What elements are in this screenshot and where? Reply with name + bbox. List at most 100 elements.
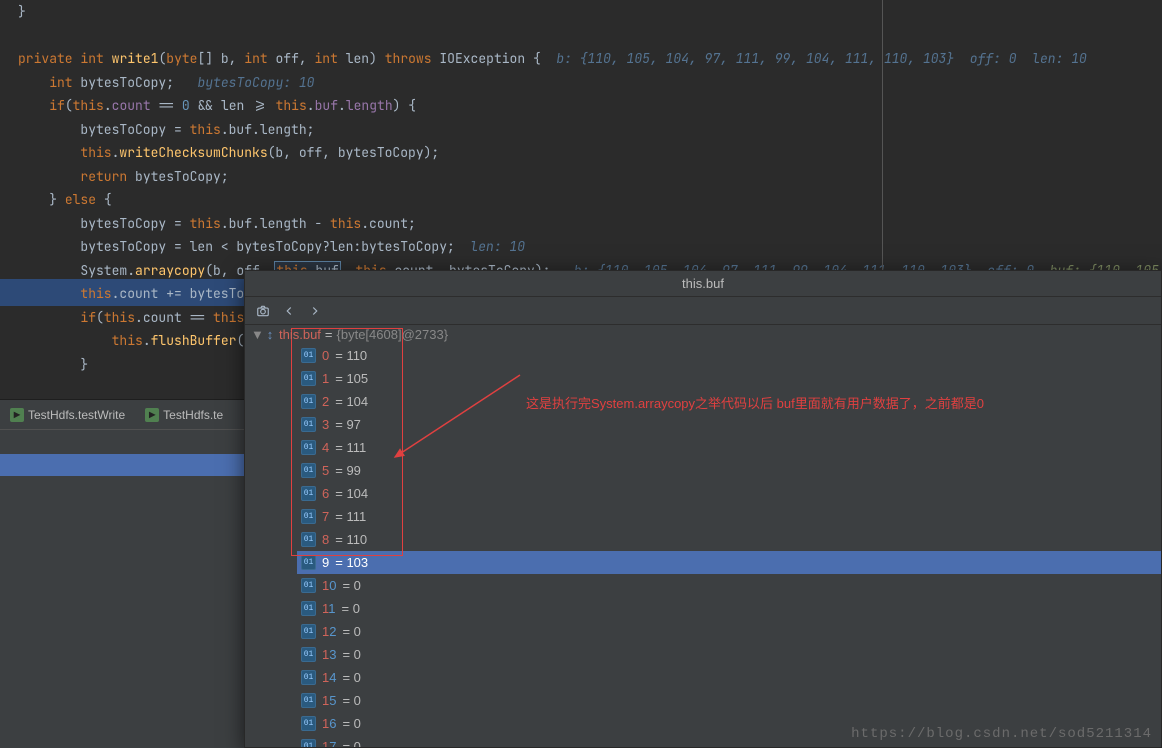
- array-item-row[interactable]: 01 3 = 97: [297, 413, 1161, 436]
- tool-window-body[interactable]: [0, 429, 244, 748]
- array-index: 12: [322, 624, 336, 639]
- primitive-icon: 01: [301, 440, 316, 455]
- test-icon: ▶: [145, 408, 159, 422]
- tool-window-selection: [0, 454, 244, 476]
- array-item-row[interactable]: 01 7 = 111: [297, 505, 1161, 528]
- primitive-icon: 01: [301, 417, 316, 432]
- watermark-text: https://blog.csdn.net/sod5211314: [851, 726, 1152, 742]
- primitive-icon: 01: [301, 348, 316, 363]
- primitive-icon: 01: [301, 394, 316, 409]
- primitive-icon: 01: [301, 532, 316, 547]
- array-value: = 103: [335, 555, 368, 570]
- primitive-icon: 01: [301, 486, 316, 501]
- primitive-icon: 01: [301, 647, 316, 662]
- array-item-row[interactable]: 01 10 = 0: [297, 574, 1161, 597]
- array-value: = 97: [335, 417, 361, 432]
- test-icon: ▶: [10, 408, 24, 422]
- array-index: 5: [322, 463, 329, 478]
- code-line: bytesToCopy = this.buf.length - this.cou…: [0, 212, 1162, 236]
- code-line: bytesToCopy = len < bytesToCopy?len:byte…: [0, 235, 1162, 259]
- array-items-list[interactable]: 010 = 110011 = 105012 = 104013 = 97014 =…: [245, 344, 1161, 747]
- array-item-row[interactable]: 01 0 = 110: [297, 344, 1161, 367]
- array-index: 14: [322, 670, 336, 685]
- run-tab[interactable]: ▶ TestHdfs.testWrite: [4, 404, 131, 426]
- array-index: 15: [322, 693, 336, 708]
- array-index: 10: [322, 578, 336, 593]
- run-tab[interactable]: ▶ TestHdfs.te: [139, 404, 229, 426]
- array-item-row[interactable]: 01 13 = 0: [297, 643, 1161, 666]
- array-value: = 0: [342, 693, 360, 708]
- tree-root-row[interactable]: ▼ ↕ this.buf = {byte[4608]@2733}: [245, 325, 1161, 344]
- code-line: if(this.count == 0 && len >= this.buf.le…: [0, 94, 1162, 118]
- array-value: = 105: [335, 371, 368, 386]
- array-index: 7: [322, 509, 329, 524]
- array-item-row[interactable]: 01 6 = 104: [297, 482, 1161, 505]
- array-index: 0: [322, 348, 329, 363]
- array-value: = 0: [342, 739, 360, 747]
- run-tabs-strip[interactable]: ▶ TestHdfs.testWrite ▶ TestHdfs.te: [0, 399, 244, 429]
- array-index: 11: [322, 601, 336, 616]
- array-item-row[interactable]: 01 11 = 0: [297, 597, 1161, 620]
- array-index: 4: [322, 440, 329, 455]
- code-line: this.writeChecksumChunks(b, off, bytesTo…: [0, 141, 1162, 165]
- array-item-row[interactable]: 01 8 = 110: [297, 528, 1161, 551]
- array-value: = 110: [335, 348, 367, 363]
- array-item-row[interactable]: 01 12 = 0: [297, 620, 1161, 643]
- tab-label: TestHdfs.te: [163, 408, 223, 422]
- back-icon[interactable]: [279, 301, 299, 321]
- code-line: }: [0, 0, 1162, 24]
- array-value: = 0: [342, 716, 360, 731]
- primitive-icon: 01: [301, 555, 316, 570]
- root-value: {byte[4608]@2733}: [337, 327, 449, 342]
- array-index: 9: [322, 555, 329, 570]
- root-name: this.buf: [279, 327, 321, 342]
- array-item-row[interactable]: 01 4 = 111: [297, 436, 1161, 459]
- array-item-row[interactable]: 01 9 = 103: [297, 551, 1161, 574]
- primitive-icon: 01: [301, 670, 316, 685]
- array-item-row[interactable]: 01 15 = 0: [297, 689, 1161, 712]
- popup-body[interactable]: 这是执行完System.arraycopy之举代码以后 buf里面就有用户数据了…: [245, 325, 1161, 747]
- code-line: return bytesToCopy;: [0, 165, 1162, 189]
- evaluate-popup[interactable]: this.buf 这是执行完System.arraycopy之举代码以后 buf…: [244, 270, 1162, 748]
- code-line: bytesToCopy = this.buf.length;: [0, 118, 1162, 142]
- popup-toolbar: [245, 297, 1161, 325]
- primitive-icon: 01: [301, 739, 316, 747]
- array-item-row[interactable]: 01 1 = 105: [297, 367, 1161, 390]
- array-value: = 0: [342, 601, 360, 616]
- primitive-icon: 01: [301, 716, 316, 731]
- array-value: = 104: [335, 394, 368, 409]
- array-value: = 0: [342, 670, 360, 685]
- array-index: 1: [322, 371, 329, 386]
- sort-icon[interactable]: ↕: [265, 327, 275, 342]
- array-value: = 111: [335, 509, 366, 524]
- primitive-icon: 01: [301, 509, 316, 524]
- tab-label: TestHdfs.testWrite: [28, 408, 125, 422]
- code-line: int bytesToCopy; bytesToCopy: 10: [0, 71, 1162, 95]
- array-index: 13: [322, 647, 336, 662]
- array-index: 17: [322, 739, 336, 747]
- primitive-icon: 01: [301, 371, 316, 386]
- camera-icon[interactable]: [253, 301, 273, 321]
- code-line: } else {: [0, 188, 1162, 212]
- primitive-icon: 01: [301, 693, 316, 708]
- forward-icon[interactable]: [305, 301, 325, 321]
- array-index: 3: [322, 417, 329, 432]
- array-value: = 0: [342, 647, 360, 662]
- array-item-row[interactable]: 01 14 = 0: [297, 666, 1161, 689]
- array-value: = 0: [342, 578, 360, 593]
- array-item-row[interactable]: 01 2 = 104: [297, 390, 1161, 413]
- primitive-icon: 01: [301, 601, 316, 616]
- expand-toggle-icon[interactable]: ▼: [251, 327, 261, 342]
- array-index: 8: [322, 532, 329, 547]
- array-value: = 0: [342, 624, 360, 639]
- array-index: 6: [322, 486, 329, 501]
- array-value: = 104: [335, 486, 368, 501]
- array-value: = 111: [335, 440, 366, 455]
- array-value: = 110: [335, 532, 367, 547]
- array-item-row[interactable]: 01 5 = 99: [297, 459, 1161, 482]
- primitive-icon: 01: [301, 624, 316, 639]
- array-index: 2: [322, 394, 329, 409]
- primitive-icon: 01: [301, 463, 316, 478]
- array-value: = 99: [335, 463, 361, 478]
- primitive-icon: 01: [301, 578, 316, 593]
